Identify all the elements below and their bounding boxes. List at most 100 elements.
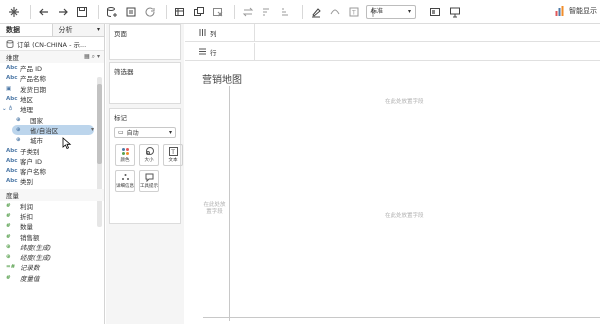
columns-shelf[interactable]: 列	[185, 24, 600, 42]
refresh-icon[interactable]	[142, 4, 158, 20]
dimension-field[interactable]: ⊕ 城市	[0, 135, 104, 145]
mark-type-icon: ▭	[118, 129, 124, 136]
new-sheet-icon[interactable]	[172, 4, 188, 20]
dimensions-header: 维度 ▦ ⌕ ▾	[0, 51, 104, 63]
tab-data[interactable]: 数据	[0, 24, 52, 36]
swap-icon[interactable]	[240, 4, 256, 20]
mark-type-select[interactable]: ▭ 自动 ▾	[114, 127, 176, 138]
measure-field[interactable]: =# 记录数	[0, 262, 104, 272]
label-icon[interactable]: T	[346, 4, 362, 20]
tooltip-button[interactable]: 工具提示	[139, 170, 159, 192]
tab-analysis[interactable]: 分析 ▾	[51, 24, 104, 36]
string-type-icon: Abc	[6, 168, 18, 175]
color-icon	[121, 148, 129, 155]
measure-field[interactable]: # 数量	[0, 221, 104, 231]
smart-show-button[interactable]: 智能显示	[555, 6, 597, 16]
rows-shelf[interactable]: 行	[185, 43, 600, 61]
measures-header: 度量	[0, 188, 104, 201]
redo-icon[interactable]	[55, 4, 71, 20]
dimensions-scroll-thumb[interactable]	[97, 84, 102, 164]
dimension-field[interactable]: Abc 客户 ID	[0, 156, 104, 166]
pages-card[interactable]: 页面	[109, 24, 181, 60]
grid-icon[interactable]: ▦	[84, 53, 90, 61]
drop-field-center[interactable]: 在此处放置字段	[385, 211, 424, 219]
color-button[interactable]: 颜色	[115, 144, 135, 166]
datasource-item[interactable]: 订单 (CN-CHINA - 示...	[0, 37, 104, 51]
measure-field[interactable]: # 度量值	[0, 273, 104, 283]
hierarchy-icon: ⌄ ♁	[2, 106, 13, 113]
color-label: 颜色	[120, 158, 130, 163]
marks-card: 标记 ▭ 自动 ▾ 颜色 大小 T 文本 详细信息 工具提示	[109, 108, 183, 224]
number-type-icon: #	[6, 223, 11, 230]
dimension-field[interactable]: Abc 产品 ID	[0, 63, 104, 73]
tooltip-icon	[145, 173, 153, 182]
globe-icon: ⊕	[16, 137, 21, 144]
toolbar-separator	[302, 4, 303, 19]
search-icon[interactable]: ⌕	[92, 53, 95, 61]
measure-field[interactable]: # 利润	[0, 201, 104, 211]
detail-button[interactable]: 详细信息	[115, 170, 135, 192]
globe-icon: ⊕	[16, 116, 21, 123]
chevron-down-icon[interactable]: ▾	[91, 126, 94, 133]
measure-field[interactable]: ⊕ 纬度(生成)	[0, 242, 104, 252]
data-pane: 数据 分析 ▾ 订单 (CN-CHINA - 示... 维度 ▦ ⌕ ▾ Abc…	[0, 24, 105, 324]
mouse-cursor-icon	[62, 137, 72, 149]
filters-card[interactable]: 筛选器	[109, 62, 181, 104]
measure-field[interactable]: ⊕ 经度(生成)	[0, 252, 104, 262]
cards-column: 页面 筛选器 标记 ▭ 自动 ▾ 颜色 大小 T 文本 详细信息 工具提示	[106, 24, 184, 324]
globe-icon: ⊕	[6, 254, 11, 261]
presentation-icon[interactable]	[447, 4, 463, 20]
smart-show-icon	[555, 6, 564, 16]
clear-icon[interactable]	[210, 4, 226, 20]
fit-select[interactable]: 标准 ▾	[366, 5, 416, 19]
dimension-field[interactable]: ⊕ 国家	[0, 114, 104, 125]
highlight-icon[interactable]	[308, 4, 324, 20]
measure-field[interactable]: # 折扣	[0, 211, 104, 221]
rows-icon	[199, 48, 206, 55]
sort-desc-icon[interactable]	[278, 4, 294, 20]
fit-icon[interactable]	[427, 4, 443, 20]
tooltip-label: 工具提示	[140, 184, 158, 189]
dimension-field[interactable]: ▣ 发货日期	[0, 84, 104, 94]
dimension-field[interactable]: Abc 类别	[0, 176, 104, 186]
undo-icon[interactable]	[36, 4, 52, 20]
pause-icon[interactable]	[123, 4, 139, 20]
string-type-icon: Abc	[6, 65, 18, 72]
dimension-field[interactable]: Abc 地区	[0, 94, 104, 104]
drop-field-rows[interactable]: 在此处放置字段	[202, 202, 227, 216]
toolbar-separator	[234, 4, 235, 19]
bottom-axis-divider	[203, 317, 600, 318]
measures-title: 度量	[6, 191, 19, 200]
toolbar-separator	[98, 4, 99, 19]
dimensions-title: 维度	[6, 54, 19, 62]
tableau-window: T 标准 ▾ 智能显示 数据 分析 ▾ 订单 (CN-CHINA - 示... …	[0, 0, 600, 324]
toolbar: T 标准 ▾ 智能显示	[0, 0, 600, 24]
chevron-down-icon: ▾	[407, 8, 411, 15]
hierarchy-field[interactable]: ⌄ ♁ 地理	[0, 104, 104, 114]
new-datasource-icon[interactable]	[104, 4, 120, 20]
dimension-field-selected[interactable]: ⊕ 省/自治区 ▾	[0, 124, 104, 135]
text-icon: T	[168, 147, 178, 156]
measures-list: # 利润 # 折扣 # 数量 # 销售额 ⊕ 纬度(生成) ⊕ 经度(生成) =# 记录数 #…	[0, 201, 104, 283]
size-button[interactable]: 大小	[139, 144, 159, 166]
measure-field[interactable]: # 销售额	[0, 231, 104, 242]
duplicate-icon[interactable]	[191, 4, 207, 20]
datasource-label: 订单 (CN-CHINA - 示...	[17, 40, 87, 49]
dimension-field[interactable]: Abc 产品名称	[0, 73, 104, 83]
chevron-down-icon[interactable]: ▾	[97, 53, 100, 61]
dimension-field[interactable]: Abc 客户名称	[0, 166, 104, 176]
save-icon[interactable]	[74, 4, 90, 20]
dimensions-tools: ▦ ⌕ ▾	[84, 53, 100, 61]
mark-type-value: 自动	[126, 130, 139, 137]
globe-icon: ⊕	[16, 126, 21, 133]
tableau-icon[interactable]	[6, 4, 22, 20]
tab-data-label: 数据	[6, 26, 20, 34]
sheet-title[interactable]: 营销地图	[202, 71, 242, 86]
marks-buttons: 颜色 大小 T 文本 详细信息 工具提示	[110, 140, 183, 196]
number-type-icon: #	[6, 233, 11, 240]
sort-asc-icon[interactable]	[259, 4, 275, 20]
text-button[interactable]: T 文本	[163, 144, 183, 166]
drop-field-columns[interactable]: 在此处放置字段	[385, 97, 424, 105]
dimension-field[interactable]: Abc 子类别	[0, 145, 104, 156]
group-icon[interactable]	[327, 4, 343, 20]
